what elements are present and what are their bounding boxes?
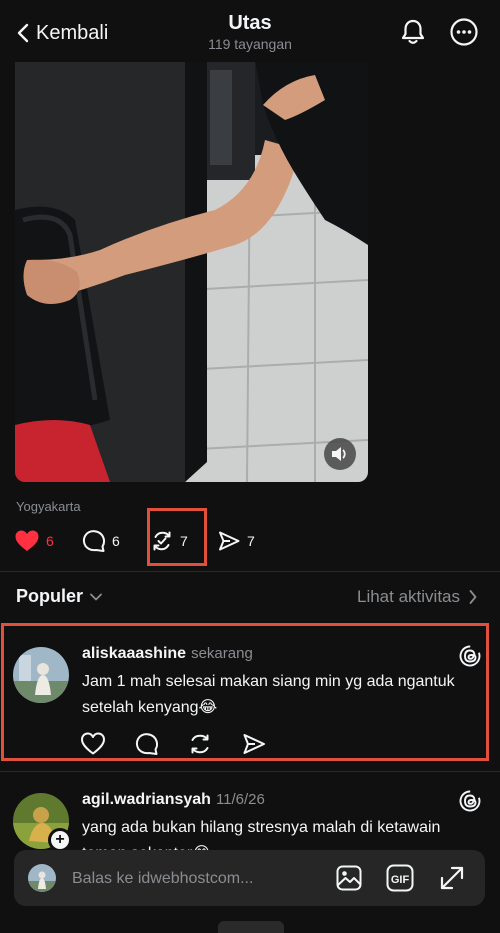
plus-icon: + [51,831,69,849]
chevron-left-icon [17,23,29,43]
username-text: agil.wadriansyah [82,791,211,808]
commenter-username[interactable]: aliskaaashine sekarang [82,645,253,663]
send-icon [219,531,240,551]
speech-bubble-icon [82,530,106,552]
back-button[interactable]: Kembali [16,20,108,46]
page-title: Utas [228,12,272,34]
more-options-icon[interactable] [449,17,479,47]
comment-button[interactable]: 6 [82,526,120,556]
comment-time: 11/6/26 [215,791,265,808]
threads-logo-icon[interactable] [459,645,481,667]
divider [0,571,500,572]
bottom-handle [218,921,284,933]
repost-check-icon [153,531,171,551]
thread-page: Kembali Utas 119 tayangan Yogyakarta 6 6… [0,0,500,933]
repost-button[interactable]: 7 [150,526,188,556]
divider [0,771,500,772]
my-avatar [28,864,56,892]
avatar-photo [13,647,69,703]
avatar-photo [28,864,56,892]
reply-bar: GIF [14,850,485,906]
mute-toggle-button[interactable] [324,438,356,470]
like-button[interactable]: 6 [14,526,54,556]
repost-count: 7 [180,533,188,549]
repost-icon[interactable] [187,731,213,757]
expand-icon[interactable] [437,863,467,893]
view-activity-link[interactable]: Lihat aktivitas [357,587,478,607]
speaker-icon [332,447,346,461]
send-icon[interactable] [241,731,267,757]
comment-count: 6 [112,533,120,549]
username-text: aliskaaashine [82,645,187,662]
video-frame [15,60,368,482]
post-video[interactable] [15,60,368,482]
heart-icon[interactable] [80,731,106,757]
share-count: 7 [247,533,255,549]
share-button[interactable]: 7 [217,526,255,556]
like-count: 6 [46,533,54,549]
view-activity-label: Lihat aktivitas [357,587,460,606]
reply-input[interactable] [70,864,294,894]
chevron-right-icon [469,590,477,604]
title-block: Utas 119 tayangan [150,12,350,54]
chevron-down-icon [90,593,102,600]
image-icon[interactable] [334,863,364,893]
bell-icon[interactable] [398,17,428,47]
gif-icon[interactable]: GIF [385,863,415,893]
svg-text:GIF: GIF [391,874,410,886]
threads-logo-icon[interactable] [459,790,481,812]
sort-dropdown[interactable]: Populer [16,586,103,607]
view-count: 119 tayangan [208,36,292,52]
top-bar: Kembali Utas 119 tayangan [0,0,500,62]
sort-label: Populer [16,586,84,606]
commenter-username[interactable]: agil.wadriansyah 11/6/26 [82,791,265,809]
reply-bubble-icon[interactable] [134,731,160,757]
comment-time: sekarang [191,645,253,662]
commenter-avatar[interactable] [13,647,69,703]
heart-filled-icon [15,530,39,551]
comment-text: Jam 1 mah selesai makan siang min yg ada… [82,673,455,716]
post-location[interactable]: Yogyakarta [16,499,81,514]
follow-button[interactable]: + [48,828,72,852]
back-label: Kembali [36,21,109,44]
